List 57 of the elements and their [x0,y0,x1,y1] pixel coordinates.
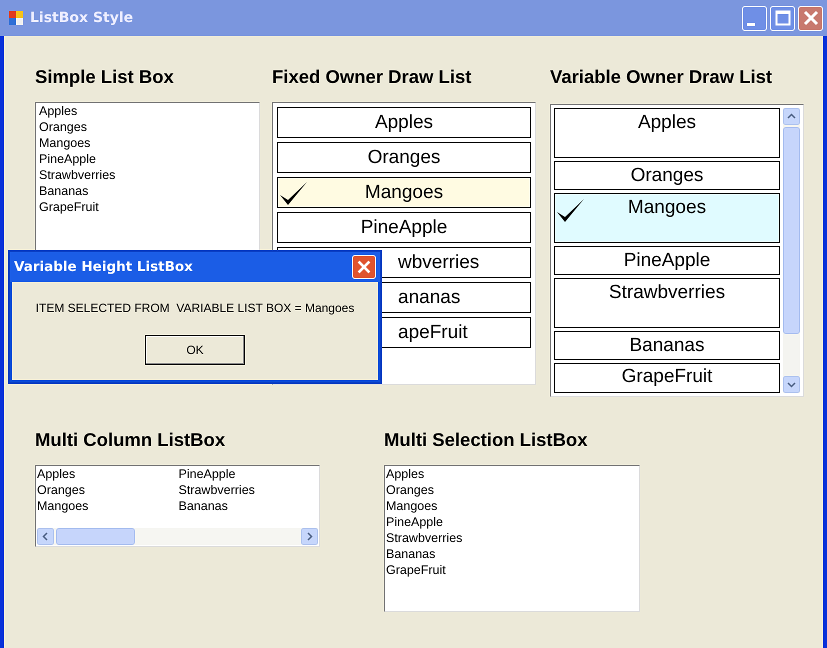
list-item[interactable]: GrapeFruit [385,562,639,578]
app-icon [8,10,24,26]
scroll-up-icon[interactable] [783,108,800,125]
section-title: Variable Owner Draw List [550,66,774,88]
check-icon [556,198,586,224]
list-item[interactable]: Bananas [385,546,639,562]
list-item[interactable]: Apples [36,103,259,119]
list-item[interactable]: Strawbverries [554,278,780,328]
list-item[interactable]: GrapeFruit [36,199,259,215]
maximize-button[interactable] [770,6,795,30]
list-item[interactable]: Oranges [277,142,531,173]
section-title: Fixed Owner Draw List [272,66,472,88]
list-item[interactable]: Mangoes [36,498,178,514]
list-item[interactable]: Oranges [385,482,639,498]
list-item[interactable]: PineApple [36,151,259,167]
dialog-title: Variable Height ListBox [14,259,193,275]
scroll-thumb[interactable] [56,528,135,545]
list-item[interactable]: Mangoes [385,498,639,514]
ok-button[interactable]: OK [145,335,245,365]
check-icon [279,181,309,207]
window-title: ListBox Style [30,10,134,26]
section-title: Simple List Box [35,66,175,88]
list-item[interactable]: Oranges [36,119,259,135]
list-item[interactable]: Oranges [554,161,780,190]
list-item[interactable]: PineApple [385,514,639,530]
list-item[interactable]: Strawbverries [178,482,319,498]
list-item[interactable]: Oranges [36,482,178,498]
close-icon [355,258,373,276]
list-item[interactable]: PineApple [554,246,780,275]
list-item[interactable]: Mangoes [36,135,259,151]
list-item[interactable]: Apples [554,108,780,158]
list-item[interactable]: Bananas [36,183,259,199]
list-item[interactable]: Mangoes [554,193,780,243]
list-item[interactable]: GrapeFruit [554,363,780,393]
minimize-button[interactable] [742,6,767,30]
list-item[interactable]: Bananas [178,498,319,514]
maximize-icon [772,8,792,28]
section-title: Multi Selection ListBox [384,429,589,451]
list-item[interactable]: PineApple [277,212,531,243]
list-item[interactable]: Apples [385,466,639,482]
scroll-thumb[interactable] [783,127,800,334]
close-button[interactable] [352,255,376,279]
list-item[interactable]: Apples [36,466,178,482]
scroll-left-icon[interactable] [37,528,54,545]
list-item[interactable]: Mangoes [277,177,531,208]
scroll-right-icon[interactable] [301,528,318,545]
scroll-bar[interactable] [37,528,318,545]
scroll-down-icon[interactable] [783,376,800,393]
scroll-bar[interactable] [783,108,800,393]
minimize-icon [746,22,754,26]
list-item[interactable]: Strawbverries [385,530,639,546]
list-item[interactable]: Strawbverries [36,167,259,183]
close-button[interactable] [798,6,823,30]
list-item[interactable]: PineApple [178,466,319,482]
list-item[interactable]: Apples [277,107,531,138]
section-title: Multi Column ListBox [35,429,226,451]
list-item[interactable]: Bananas [554,331,780,360]
